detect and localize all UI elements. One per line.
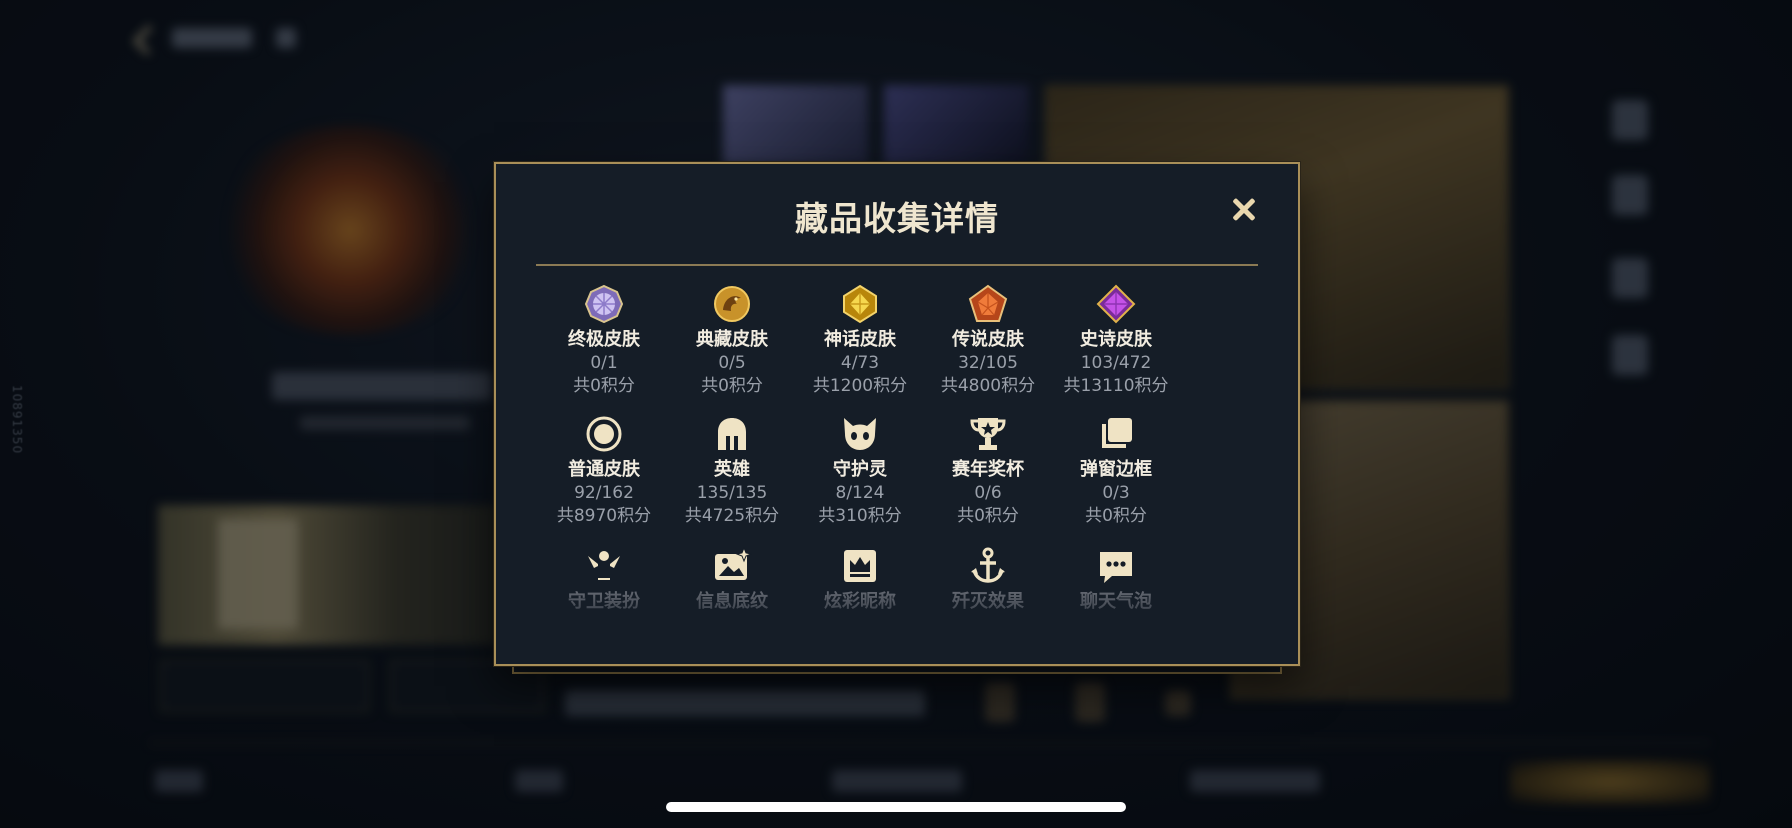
item-name: 普通皮肤 — [568, 459, 640, 480]
item-count: 92/162 — [574, 483, 634, 503]
myth-gem-icon — [840, 284, 880, 324]
collection-item-normal[interactable]: 普通皮肤 92/162 共8970积分 — [540, 414, 668, 528]
collection-item-myth[interactable]: 神话皮肤 4/73 共1200积分 — [796, 284, 924, 398]
item-points: 共8970积分 — [556, 506, 652, 526]
item-points: 共0积分 — [573, 376, 635, 396]
item-name: 守护灵 — [833, 459, 887, 480]
item-name: 英雄 — [714, 459, 750, 480]
collection-details-modal: 藏品收集详情 终极皮肤 0/1 共0积分 典藏皮肤 0/5 共0积分 神话皮肤 … — [494, 162, 1300, 666]
collection-item-chat-bubble[interactable]: 聊天气泡 — [1052, 546, 1180, 613]
legend-gem-icon — [968, 284, 1008, 324]
modal-title: 藏品收集详情 — [795, 199, 999, 238]
item-points: 共310积分 — [818, 506, 902, 526]
normal-skin-circle-icon — [584, 414, 624, 454]
ultimate-skin-gem-icon — [584, 284, 624, 324]
item-name: 守卫装扮 — [568, 591, 640, 612]
item-points: 共4725积分 — [684, 506, 780, 526]
item-points: 共1200积分 — [812, 376, 908, 396]
item-name: 聊天气泡 — [1080, 591, 1152, 612]
item-count: 0/3 — [1102, 483, 1130, 503]
info-background-icon — [712, 546, 753, 586]
item-count: 0/1 — [590, 353, 618, 373]
item-count: 32/105 — [958, 353, 1018, 373]
collection-item-color-nickname[interactable]: 炫彩昵称 — [796, 546, 924, 613]
item-name: 歼灭效果 — [952, 591, 1024, 612]
item-name: 信息底纹 — [696, 591, 768, 612]
item-name: 终极皮肤 — [568, 329, 640, 350]
collection-item-trophy[interactable]: 赛年奖杯 0/6 共0积分 — [924, 414, 1052, 528]
epic-gem-icon — [1096, 284, 1136, 324]
item-points: 共13110积分 — [1063, 376, 1169, 396]
title-divider — [536, 264, 1258, 266]
collection-item-treasured[interactable]: 典藏皮肤 0/5 共0积分 — [668, 284, 796, 398]
close-icon[interactable] — [1226, 192, 1262, 228]
collection-item-guardian[interactable]: 守护灵 8/124 共310积分 — [796, 414, 924, 528]
collection-item-annihilate-effect[interactable]: 歼灭效果 — [924, 546, 1052, 613]
home-indicator[interactable] — [666, 802, 1126, 812]
guard-outfit-icon — [584, 546, 624, 586]
collection-item-hero[interactable]: 英雄 135/135 共4725积分 — [668, 414, 796, 528]
item-points: 共0积分 — [957, 506, 1019, 526]
item-name: 弹窗边框 — [1080, 459, 1152, 480]
collection-item-epic[interactable]: 史诗皮肤 103/472 共13110积分 — [1052, 284, 1180, 398]
item-count: 8/124 — [835, 483, 885, 503]
item-count: 135/135 — [696, 483, 768, 503]
item-name: 传说皮肤 — [952, 329, 1024, 350]
collection-item-legend[interactable]: 传说皮肤 32/105 共4800积分 — [924, 284, 1052, 398]
collection-item-popup-frame[interactable]: 弹窗边框 0/3 共0积分 — [1052, 414, 1180, 528]
collection-item-ultimate[interactable]: 终极皮肤 0/1 共0积分 — [540, 284, 668, 398]
collection-grid[interactable]: 终极皮肤 0/1 共0积分 典藏皮肤 0/5 共0积分 神话皮肤 4/73 共1… — [540, 284, 1256, 644]
collection-item-info-background[interactable]: 信息底纹 — [668, 546, 796, 613]
item-name: 赛年奖杯 — [952, 459, 1024, 480]
item-count: 103/472 — [1080, 353, 1152, 373]
item-count: 0/6 — [974, 483, 1002, 503]
hero-helmet-icon — [712, 414, 752, 454]
item-name: 神话皮肤 — [824, 329, 896, 350]
color-nickname-icon — [840, 546, 880, 586]
item-name: 炫彩昵称 — [824, 591, 896, 612]
item-points: 共0积分 — [701, 376, 763, 396]
item-name: 典藏皮肤 — [696, 329, 768, 350]
collection-dragon-icon — [712, 284, 752, 324]
trophy-icon — [968, 414, 1008, 454]
chat-bubble-icon — [1096, 546, 1136, 586]
guardian-spirit-icon — [840, 414, 880, 454]
item-points: 共4800积分 — [940, 376, 1036, 396]
popup-frame-icon — [1096, 414, 1136, 454]
item-count: 0/5 — [718, 353, 746, 373]
item-name: 史诗皮肤 — [1080, 329, 1152, 350]
item-count: 4/73 — [840, 353, 880, 373]
collection-item-guard-outfit[interactable]: 守卫装扮 — [540, 546, 668, 613]
item-points: 共0积分 — [1085, 506, 1147, 526]
annihilate-effect-icon — [968, 546, 1008, 586]
